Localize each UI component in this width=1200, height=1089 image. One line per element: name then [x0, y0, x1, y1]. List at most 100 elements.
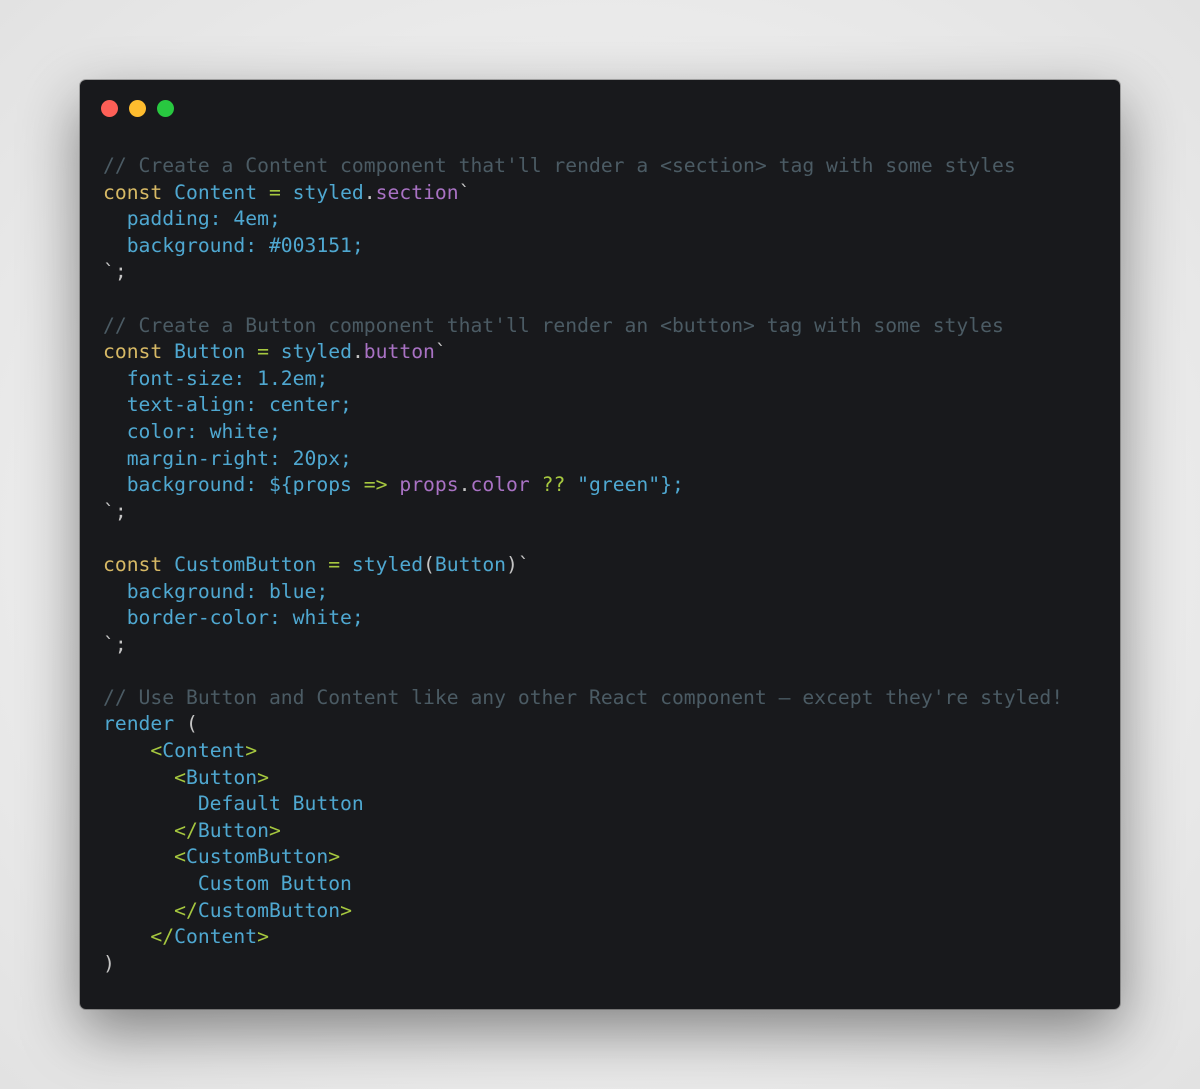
minimize-button[interactable]	[129, 100, 146, 117]
code-token-id	[103, 739, 150, 762]
code-token-op: </	[174, 818, 198, 842]
code-token-punc: (	[423, 552, 435, 576]
code-line: background: blue;	[103, 579, 1063, 606]
window-controls	[101, 100, 174, 117]
code-token-punc: (	[185, 712, 198, 736]
code-token-op: ??	[541, 473, 566, 497]
code-token-id: margin-right: 20px;	[103, 446, 352, 470]
code-token-punc: )	[103, 951, 115, 975]
code-token-op: >	[328, 845, 341, 869]
code-token-op: =>	[363, 473, 388, 497]
code-token-id	[103, 766, 174, 789]
code-token-id: styled	[268, 340, 352, 364]
code-token-comment: // Use Button and Content like any other…	[103, 685, 1064, 709]
code-token-id	[387, 473, 399, 496]
code-token-op: >	[257, 925, 269, 949]
code-token-id: Content	[162, 180, 269, 204]
code-token-prop: section	[375, 180, 459, 204]
code-line: const Button = styled.button`	[103, 339, 1063, 366]
code-token-id: Custom Button	[103, 872, 352, 896]
code-token-punc: )`	[506, 552, 530, 576]
code-token-comment: // Create a Content component that'll re…	[103, 154, 1016, 177]
code-token-id: Button	[434, 552, 507, 576]
code-token-prop: props	[399, 473, 459, 497]
code-line: Custom Button	[103, 871, 1063, 898]
code-line: const Content = styled.section`	[103, 180, 1063, 207]
code-token-id: CustomButton	[162, 552, 329, 576]
code-line: Default Button	[103, 791, 1063, 818]
code-token-op: </	[174, 898, 198, 922]
code-token-id	[103, 819, 174, 842]
close-button[interactable]	[101, 100, 118, 117]
code-line: )	[103, 951, 1063, 978]
code-line: text-align: center;	[103, 392, 1063, 419]
code-line: `;	[103, 499, 1063, 526]
code-token-punc: .	[458, 473, 471, 497]
code-line: <Button>	[103, 765, 1063, 792]
code-token-id: background: ${props	[103, 473, 364, 497]
code-token-id: Button	[197, 818, 269, 842]
code-token-id: color: white;	[103, 419, 281, 443]
code-token-punc: .	[363, 180, 376, 204]
code-line: const CustomButton = styled(Button)`	[103, 552, 1063, 579]
code-line: margin-right: 20px;	[103, 446, 1063, 473]
maximize-button[interactable]	[157, 100, 174, 117]
code-token-id: background: blue;	[103, 579, 329, 603]
code-token-op: >	[268, 818, 281, 842]
code-token-punc: `	[458, 180, 471, 204]
code-token-punc: .	[351, 340, 364, 364]
code-line: </CustomButton>	[103, 898, 1063, 925]
code-token-op: =	[268, 180, 281, 204]
code-line: font-size: 1.2em;	[103, 366, 1063, 393]
code-line: `;	[103, 632, 1063, 659]
code-token-prop: color	[470, 473, 530, 497]
code-window: // Create a Content component that'll re…	[80, 80, 1120, 1009]
code-token-comment: // Create a Button component that'll ren…	[103, 313, 1004, 337]
code-line: border-color: white;	[103, 605, 1063, 632]
code-token-op: <	[174, 845, 186, 869]
code-token-id	[103, 899, 174, 922]
code-line: <CustomButton>	[103, 844, 1063, 871]
code-line: render (	[103, 711, 1063, 738]
code-token-id: Button	[185, 765, 258, 789]
code-token-id: styled	[280, 180, 364, 204]
code-token-punc: `;	[103, 632, 127, 656]
code-token-punc: `	[434, 340, 447, 364]
code-line: background: #003151;	[103, 233, 1063, 260]
code-line: </Button>	[103, 818, 1063, 845]
code-token-op: >	[257, 765, 269, 789]
code-token-id	[103, 845, 174, 868]
code-token-punc: `;	[103, 499, 127, 523]
code-token-kw: const	[103, 180, 163, 204]
code-token-prop: button	[363, 340, 435, 364]
code-line: </Content>	[103, 924, 1063, 951]
code-line: padding: 4em;	[103, 206, 1063, 233]
code-token-id: styled	[340, 552, 424, 576]
code-token-id: CustomButton	[185, 845, 329, 869]
code-line: `;	[103, 259, 1063, 286]
code-line: background: ${props => props.color ?? "g…	[103, 472, 1063, 499]
code-token-op: =	[257, 340, 269, 364]
code-token-kw: const	[103, 340, 163, 364]
code-token-id: CustomButton	[197, 898, 341, 922]
code-line: // Create a Content component that'll re…	[103, 153, 1063, 180]
code-token-op: </	[150, 925, 175, 949]
code-token-id	[103, 925, 150, 948]
code-token-op: >	[245, 739, 258, 763]
code-token-id: background: #003151;	[103, 233, 364, 257]
code-token-id: render	[103, 712, 186, 736]
code-token-id: border-color: white;	[103, 606, 364, 630]
code-token-op: >	[340, 898, 352, 922]
code-token-punc: `;	[103, 260, 127, 284]
code-line: // Create a Button component that'll ren…	[103, 313, 1063, 340]
code-token-id: Content	[162, 739, 246, 763]
code-line: color: white;	[103, 419, 1063, 446]
code-token-op: <	[150, 739, 163, 763]
code-line: <Content>	[103, 738, 1063, 765]
code-token-id: text-align: center;	[103, 393, 352, 417]
code-token-op: <	[174, 765, 186, 789]
code-token-kw: const	[103, 552, 163, 576]
